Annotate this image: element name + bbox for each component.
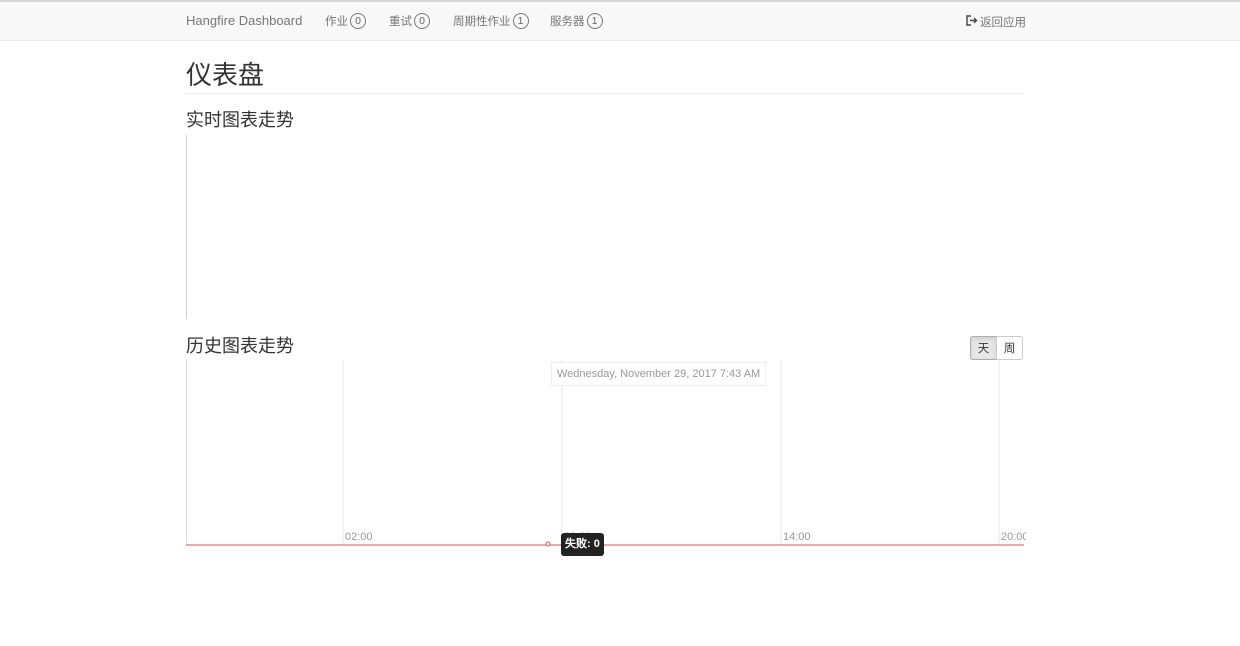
nav-retries-label: 重试 bbox=[389, 16, 412, 28]
week-button[interactable]: 周 bbox=[996, 336, 1023, 360]
nav-jobs[interactable]: 作业 0 bbox=[325, 13, 366, 29]
back-to-app-label: 返回应用 bbox=[980, 17, 1026, 29]
nav-recurring-label: 周期性作业 bbox=[453, 16, 511, 28]
day-button[interactable]: 天 bbox=[970, 336, 997, 360]
realtime-graph bbox=[186, 135, 1025, 319]
nav-retries-badge: 0 bbox=[414, 13, 430, 29]
history-graph-title: 历史图表走势 bbox=[186, 336, 294, 356]
page-title: 仪表盘 bbox=[186, 60, 265, 90]
title-divider bbox=[186, 93, 1024, 94]
history-x-tick-label: 14:00 bbox=[783, 531, 811, 543]
realtime-graph-title: 实时图表走势 bbox=[186, 110, 294, 130]
nav-servers-badge: 1 bbox=[586, 13, 603, 29]
nav-jobs-badge: 0 bbox=[350, 13, 366, 29]
nav-servers[interactable]: 服务器 1 bbox=[550, 13, 603, 29]
nav-recurring[interactable]: 周期性作业 1 bbox=[453, 13, 529, 29]
failed-tooltip-label: 失败: bbox=[565, 538, 591, 550]
history-graph[interactable]: 02:0008:0014:0020:00 bbox=[186, 360, 1026, 550]
hover-date-label: Wednesday, November 29, 2017 7:43 AM bbox=[551, 362, 767, 386]
back-to-app-link[interactable]: 返回应用 bbox=[966, 14, 1026, 30]
brand-link[interactable]: Hangfire Dashboard bbox=[186, 13, 302, 28]
period-toggle: 天 周 bbox=[970, 336, 1023, 360]
hover-point bbox=[545, 541, 551, 547]
failed-tooltip: 失败: 0 bbox=[561, 533, 604, 556]
history-x-tick-label: 20:00 bbox=[1001, 531, 1026, 543]
nav-retries[interactable]: 重试 0 bbox=[389, 13, 430, 29]
nav-servers-label: 服务器 bbox=[550, 16, 585, 28]
history-x-tick-label: 02:00 bbox=[345, 531, 373, 543]
sign-out-icon bbox=[966, 15, 978, 29]
nav-jobs-label: 作业 bbox=[325, 16, 348, 28]
navbar: Hangfire Dashboard 作业 0 重试 0 周期性作业 1 服务器… bbox=[0, 0, 1240, 41]
failed-tooltip-value: 0 bbox=[593, 538, 600, 550]
nav-recurring-badge: 1 bbox=[512, 13, 529, 29]
